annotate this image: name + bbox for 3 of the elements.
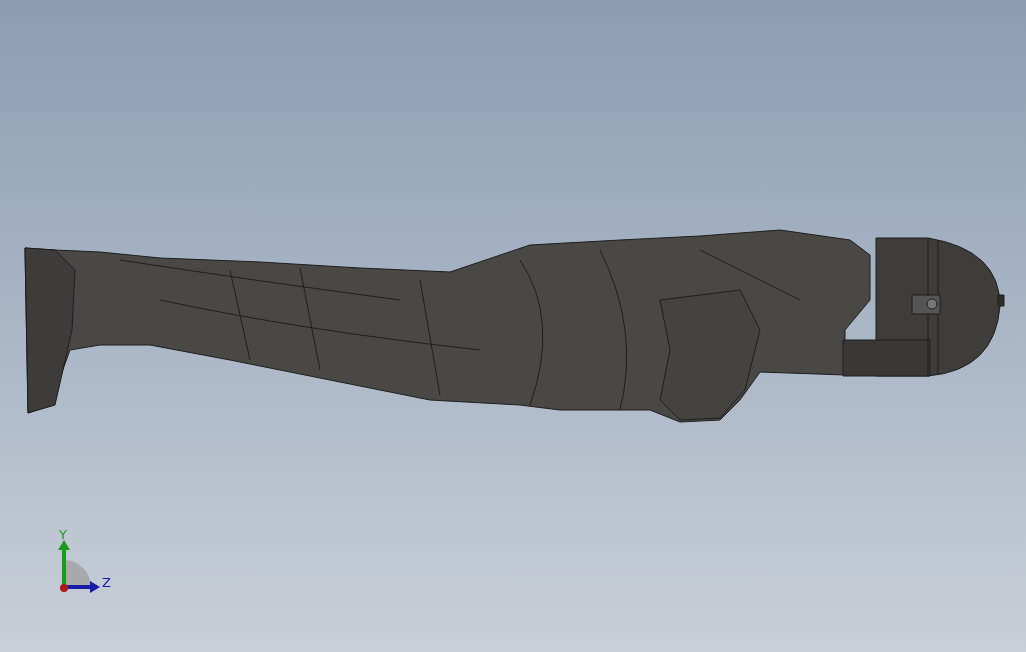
- axis-label: Y: [59, 530, 67, 542]
- axis-label: Z: [102, 575, 111, 590]
- origin-icon: [60, 584, 68, 592]
